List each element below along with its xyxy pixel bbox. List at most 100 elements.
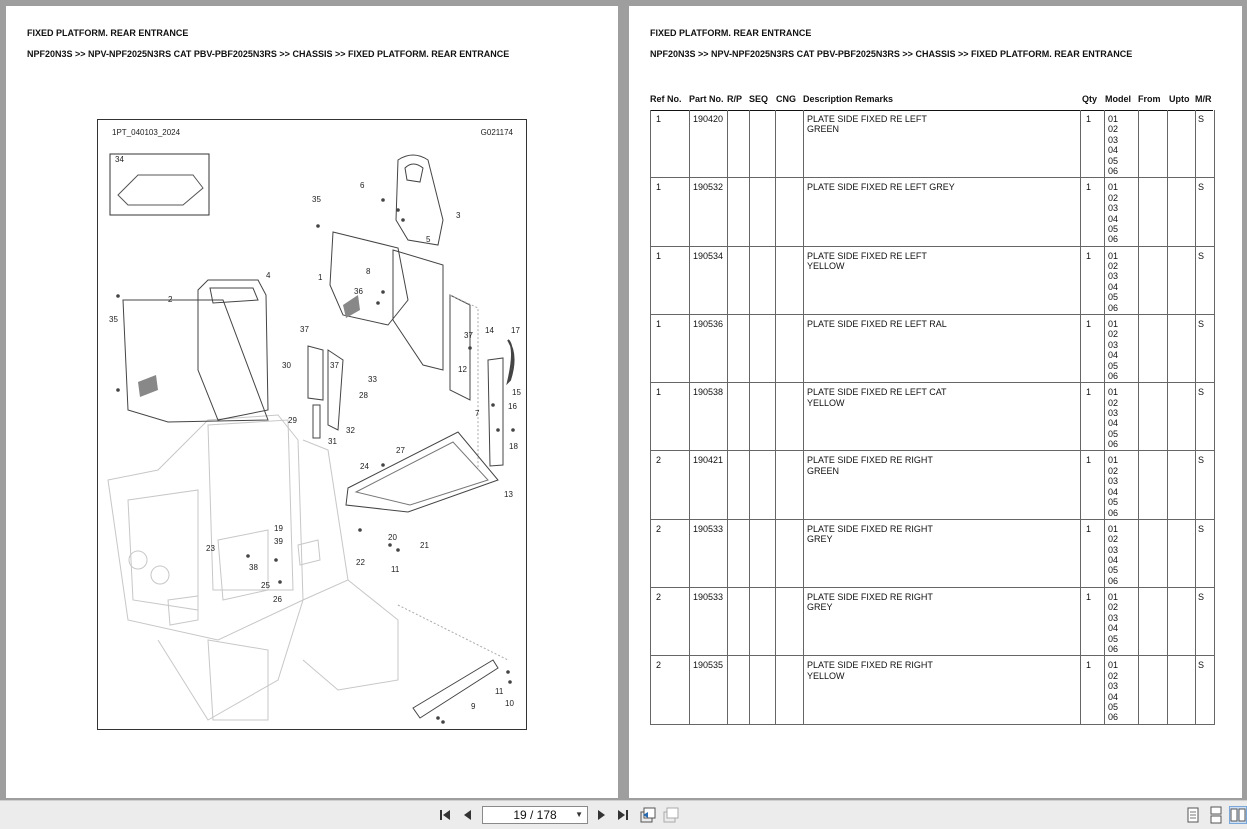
col-seq: SEQ bbox=[749, 94, 769, 104]
cell-divider bbox=[1104, 588, 1105, 656]
next-page-icon[interactable] bbox=[592, 806, 610, 824]
previous-view-icon[interactable] bbox=[639, 806, 657, 824]
cell-ref-no: 1 bbox=[656, 182, 662, 193]
cell-divider bbox=[1104, 656, 1105, 724]
cell-qty: 1 bbox=[1086, 250, 1092, 261]
cell-qty: 1 bbox=[1086, 387, 1092, 398]
cell-ref-no: 2 bbox=[656, 523, 662, 534]
svg-text:22: 22 bbox=[356, 558, 365, 567]
col-qty: Qty bbox=[1082, 94, 1098, 104]
cell-divider bbox=[689, 383, 690, 451]
facing-pages-icon[interactable] bbox=[1229, 806, 1247, 824]
svg-text:18: 18 bbox=[509, 442, 518, 451]
cell-divider bbox=[775, 246, 776, 314]
cell-model: 01 02 03 04 05 06 bbox=[1108, 523, 1119, 586]
table-row: 2 190421 PLATE SIDE FIXED RE RIGHT GREEN 1 0… bbox=[651, 451, 1214, 520]
cell-qty: 1 bbox=[1086, 660, 1092, 671]
cell-divider bbox=[1138, 314, 1139, 383]
cell-divider bbox=[689, 451, 690, 519]
cell-divider bbox=[749, 246, 750, 314]
cell-model: 01 02 03 04 05 06 bbox=[1108, 660, 1119, 723]
cell-mr: S bbox=[1198, 592, 1205, 603]
cell-divider bbox=[1167, 519, 1168, 588]
svg-text:35: 35 bbox=[312, 195, 321, 204]
cell-divider bbox=[1195, 383, 1196, 451]
col-cng: CNG bbox=[776, 94, 796, 104]
cell-divider bbox=[1104, 178, 1105, 246]
cell-divider bbox=[749, 178, 750, 246]
cell-divider bbox=[775, 314, 776, 383]
cell-divider bbox=[775, 383, 776, 451]
breadcrumb: NPF20N3S >> NPV-NPF2025N3RS CAT PBV-PBF2… bbox=[650, 49, 1133, 59]
svg-text:16: 16 bbox=[508, 402, 517, 411]
cell-divider bbox=[1080, 110, 1081, 178]
single-page-icon[interactable] bbox=[1184, 806, 1202, 824]
svg-text:21: 21 bbox=[420, 541, 429, 550]
prev-page-icon[interactable] bbox=[459, 806, 477, 824]
cell-description: PLATE SIDE FIXED RE RIGHT GREEN bbox=[807, 455, 933, 476]
cell-divider bbox=[803, 110, 804, 178]
cell-divider bbox=[1080, 178, 1081, 246]
cell-part-no: 190420 bbox=[693, 114, 724, 124]
cell-divider bbox=[749, 383, 750, 451]
cell-mr: S bbox=[1198, 523, 1205, 534]
cell-part-no: 190534 bbox=[693, 250, 724, 261]
svg-text:3: 3 bbox=[456, 211, 461, 220]
svg-text:14: 14 bbox=[485, 326, 494, 335]
svg-text:13: 13 bbox=[504, 490, 513, 499]
cell-divider bbox=[727, 110, 728, 178]
svg-text:9: 9 bbox=[471, 702, 476, 711]
cell-divider bbox=[803, 383, 804, 451]
cell-model: 01 02 03 04 05 06 bbox=[1108, 387, 1119, 450]
cell-divider bbox=[1080, 656, 1081, 724]
cell-divider bbox=[689, 588, 690, 656]
cell-model: 01 02 03 04 05 06 bbox=[1108, 318, 1119, 381]
left-page: FIXED PLATFORM. REAR ENTRANCE NPF20N3S >… bbox=[6, 6, 618, 798]
cell-divider bbox=[1167, 383, 1168, 451]
cell-divider bbox=[727, 246, 728, 314]
cell-divider bbox=[727, 383, 728, 451]
cell-divider bbox=[689, 246, 690, 314]
cell-model: 01 02 03 04 05 06 bbox=[1108, 182, 1119, 245]
cell-divider bbox=[689, 178, 690, 246]
cell-model: 01 02 03 04 05 06 bbox=[1108, 455, 1119, 518]
cell-model: 01 02 03 04 05 06 bbox=[1108, 592, 1119, 655]
cell-divider bbox=[1195, 314, 1196, 383]
table-row: 2 190533 PLATE SIDE FIXED RE RIGHT GREY 1 01… bbox=[651, 519, 1214, 589]
cell-divider bbox=[1138, 519, 1139, 588]
cell-divider bbox=[1195, 246, 1196, 314]
cell-divider bbox=[1080, 246, 1081, 314]
cell-description: PLATE SIDE FIXED RE LEFT YELLOW bbox=[807, 250, 927, 271]
cell-divider bbox=[1195, 588, 1196, 656]
svg-text:37: 37 bbox=[330, 361, 339, 370]
cell-divider bbox=[749, 451, 750, 519]
right-page: FIXED PLATFORM. REAR ENTRANCE NPF20N3S >… bbox=[629, 6, 1242, 798]
continuous-page-icon[interactable] bbox=[1207, 806, 1225, 824]
parts-table: 1 190420 PLATE SIDE FIXED RE LEFT GREEN 1 01… bbox=[650, 110, 1215, 725]
cell-divider bbox=[1138, 110, 1139, 178]
cell-model: 01 02 03 04 05 06 bbox=[1108, 114, 1119, 177]
cell-divider bbox=[1138, 383, 1139, 451]
cell-divider bbox=[1167, 246, 1168, 314]
cell-divider bbox=[749, 588, 750, 656]
svg-text:33: 33 bbox=[368, 375, 377, 384]
cell-mr: S bbox=[1198, 455, 1205, 466]
cell-divider bbox=[1104, 383, 1105, 451]
cell-divider bbox=[749, 110, 750, 178]
cell-qty: 1 bbox=[1086, 182, 1092, 193]
next-view-icon[interactable] bbox=[662, 806, 680, 824]
col-rp: R/P bbox=[727, 94, 743, 104]
svg-text:6: 6 bbox=[360, 181, 365, 190]
page-number-input[interactable]: 19 / 178 ▼ bbox=[482, 806, 588, 824]
first-page-icon[interactable] bbox=[436, 806, 454, 824]
cell-divider bbox=[1138, 246, 1139, 314]
cell-divider bbox=[727, 588, 728, 656]
svg-text:32: 32 bbox=[346, 426, 355, 435]
table-row: 1 190420 PLATE SIDE FIXED RE LEFT GREEN 1 01… bbox=[651, 110, 1214, 179]
cell-divider bbox=[803, 656, 804, 724]
svg-text:23: 23 bbox=[206, 544, 215, 553]
cell-part-no: 190532 bbox=[693, 182, 724, 193]
cell-divider bbox=[749, 519, 750, 588]
chevron-down-icon[interactable]: ▼ bbox=[575, 807, 583, 823]
last-page-icon[interactable] bbox=[614, 806, 632, 824]
